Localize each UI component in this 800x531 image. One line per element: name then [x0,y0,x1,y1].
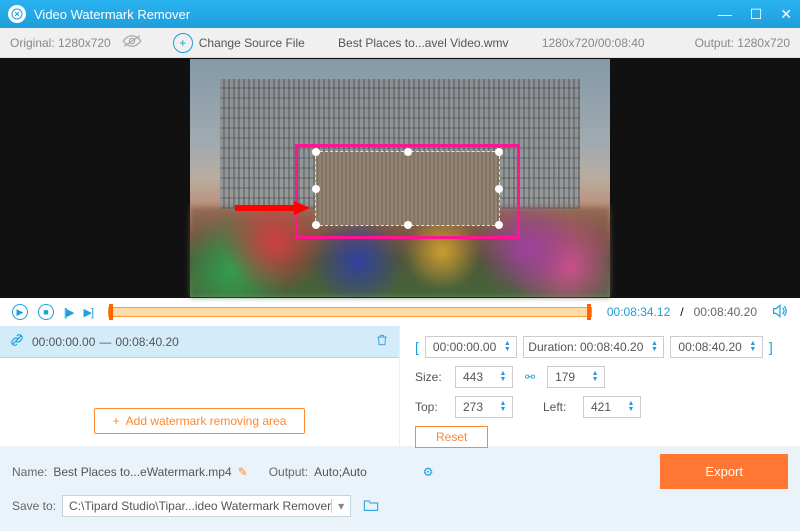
spinner[interactable]: ▲▼ [590,371,600,383]
mark-out-button[interactable]: ▶] [84,306,94,319]
segments-panel: 00:00:00.00 — 00:08:40.20 + Add watermar… [0,326,400,446]
resize-handle-br[interactable] [495,221,503,229]
save-path-text: C:\Tipard Studio\Tipar...ideo Watermark … [69,499,331,513]
video-frame[interactable] [190,59,610,297]
original-resolution: Original: 1280x720 [10,36,111,50]
timeline-slider[interactable] [108,307,592,317]
height-input[interactable]: 179▲▼ [547,366,605,388]
spinner[interactable]: ▲▼ [649,341,659,353]
app-title: Video Watermark Remover [34,7,718,22]
video-preview [0,58,800,298]
name-label: Name: [12,465,47,479]
resize-handle-tl[interactable] [312,148,320,156]
volume-icon[interactable] [772,304,788,321]
resize-handle-bl[interactable] [312,221,320,229]
spinner[interactable]: ▲▼ [502,341,512,353]
mark-in-button[interactable]: [▶ [64,306,74,319]
preview-toggle-icon[interactable] [121,34,143,51]
path-dropdown-icon[interactable]: ▾ [331,499,344,513]
left-label: Left: [543,400,573,414]
annotation-arrow [235,201,310,215]
aspect-lock-icon[interactable]: ⚯ [525,370,535,384]
left-input[interactable]: 421▲▼ [583,396,641,418]
output-format: Auto;Auto [314,465,367,479]
delete-segment-icon[interactable] [375,333,389,350]
change-source-button[interactable]: Change Source File [199,36,305,50]
spinner[interactable]: ▲▼ [498,401,508,413]
timeline-start-marker[interactable] [109,304,113,320]
resize-handle-tm[interactable] [404,148,412,156]
minimize-button[interactable]: — [718,6,732,23]
save-path-input[interactable]: C:\Tipard Studio\Tipar...ideo Watermark … [62,495,351,517]
time-sep: / [680,305,683,319]
top-input[interactable]: 273▲▼ [455,396,513,418]
info-bar: Original: 1280x720 + Change Source File … [0,28,800,58]
total-time: 00:08:40.20 [694,305,757,319]
resize-handle-bm[interactable] [404,221,412,229]
close-button[interactable]: ✕ [780,6,792,23]
plus-icon: + [113,414,120,428]
width-input[interactable]: 443▲▼ [455,366,513,388]
end-time-input[interactable]: 00:08:40.20▲▼ [670,336,762,358]
maximize-button[interactable]: ☐ [750,6,763,23]
top-label: Top: [415,400,445,414]
player-controls: ▶ ■ [▶ ▶] 00:08:34.12 / 00:08:40.20 [0,298,800,326]
bottom-bar: Name: Best Places to...eWatermark.mp4 ✎ … [0,446,800,531]
output-resolution: Output: 1280x720 [695,36,790,50]
segment-link-icon[interactable] [10,333,24,350]
selection-box[interactable] [315,151,500,226]
duration-input[interactable]: Duration:00:08:40.20▲▼ [523,336,664,358]
source-filename: Best Places to...avel Video.wmv [305,36,542,50]
browse-folder-icon[interactable] [363,498,379,515]
output-settings-icon[interactable]: ⚙ [423,465,434,479]
bracket-out-icon[interactable]: ] [769,339,773,355]
play-button[interactable]: ▶ [12,304,28,320]
output-name: Best Places to...eWatermark.mp4 [53,465,231,479]
spinner[interactable]: ▲▼ [748,341,758,353]
resize-handle-ml[interactable] [312,185,320,193]
add-area-button[interactable]: + Add watermark removing area [94,408,306,434]
output-label: Output: [269,465,308,479]
start-time-input[interactable]: 00:00:00.00▲▼ [425,336,517,358]
titlebar: Video Watermark Remover — ☐ ✕ [0,0,800,28]
add-source-icon[interactable]: + [173,33,193,53]
resize-handle-tr[interactable] [495,148,503,156]
properties-panel: [ 00:00:00.00▲▼ Duration:00:08:40.20▲▼ 0… [400,326,800,446]
source-resolution-time: 1280x720/00:08:40 [542,36,645,50]
spinner[interactable]: ▲▼ [626,401,636,413]
current-time: 00:08:34.12 [607,305,670,319]
segment-end: 00:08:40.20 [115,335,178,349]
app-logo-icon [8,5,26,23]
reset-button[interactable]: Reset [415,426,488,448]
size-label: Size: [415,370,445,384]
spinner[interactable]: ▲▼ [498,371,508,383]
segment-dash: — [99,335,111,349]
segment-row[interactable]: 00:00:00.00 — 00:08:40.20 [0,326,399,358]
stop-button[interactable]: ■ [38,304,54,320]
edit-name-icon[interactable]: ✎ [238,465,248,479]
resize-handle-mr[interactable] [495,185,503,193]
export-button[interactable]: Export [660,454,788,489]
bracket-in-icon[interactable]: [ [415,339,419,355]
add-area-label: Add watermark removing area [126,414,287,428]
timeline-end-marker[interactable] [587,304,591,320]
segment-start: 00:00:00.00 [32,335,95,349]
save-label: Save to: [12,499,56,513]
